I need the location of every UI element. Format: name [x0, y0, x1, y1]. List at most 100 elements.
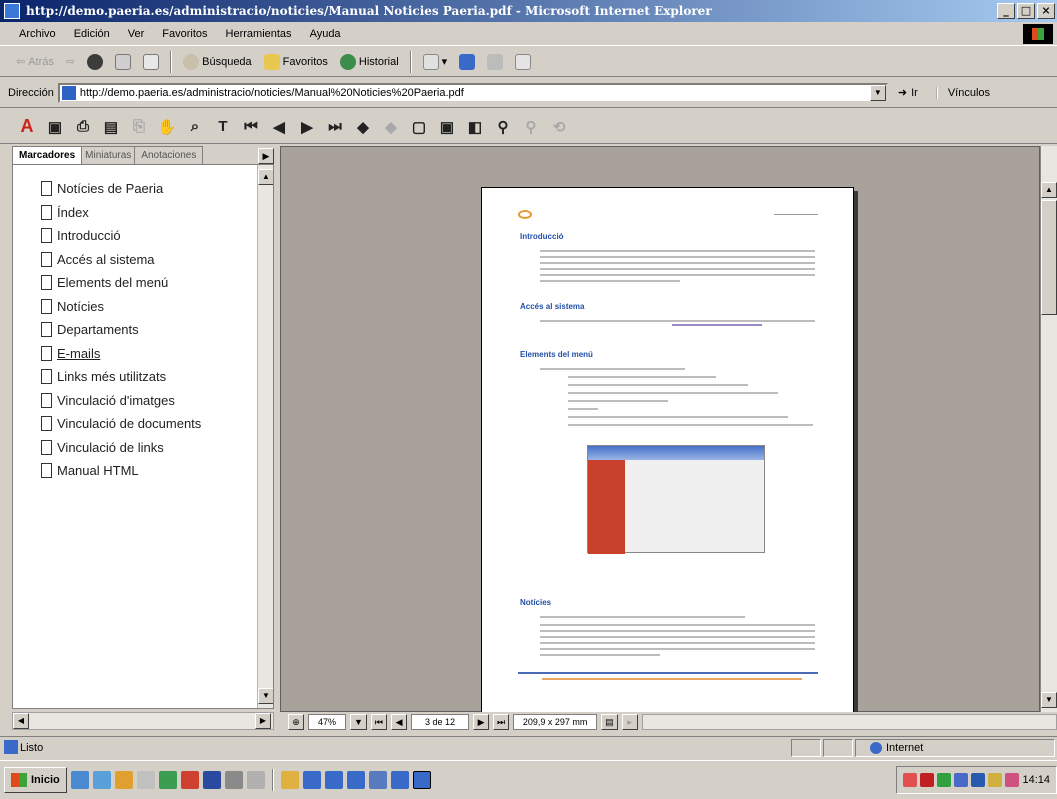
- pdf-viewer[interactable]: Introducció Accés al sistema Elements de…: [280, 146, 1040, 713]
- menu-ver[interactable]: Ver: [119, 28, 154, 40]
- history-button[interactable]: Historial: [336, 50, 403, 74]
- bookmarks-hscrollbar[interactable]: ◀ ▶: [12, 712, 274, 730]
- tray-icon[interactable]: [903, 773, 918, 787]
- tray-network-icon[interactable]: [937, 773, 952, 787]
- zoom-tool-icon[interactable]: ⌕: [184, 116, 206, 138]
- go-forward-view-icon[interactable]: ◆: [380, 116, 402, 138]
- forward-button[interactable]: ⇨: [62, 50, 79, 74]
- favorites-button[interactable]: Favoritos: [260, 50, 332, 74]
- scroll-thumb[interactable]: [1041, 200, 1057, 315]
- actual-size-icon[interactable]: ▢: [408, 116, 430, 138]
- copy-icon[interactable]: ⎘: [128, 116, 150, 138]
- tray-shield-icon[interactable]: [1005, 773, 1020, 787]
- bookmark-item[interactable]: Vinculació de links: [13, 436, 273, 460]
- scroll-up-icon[interactable]: ▲: [1041, 182, 1057, 198]
- close-button[interactable]: ×: [1037, 3, 1055, 19]
- go-back-view-icon[interactable]: ◆: [352, 116, 374, 138]
- menu-edicion[interactable]: Edición: [65, 28, 119, 40]
- go-button[interactable]: ➜ Ir: [898, 86, 918, 100]
- last-page-icon[interactable]: ⏭: [324, 116, 346, 138]
- menu-favoritos[interactable]: Favoritos: [153, 28, 216, 40]
- quicklaunch-desktop-icon[interactable]: [136, 771, 155, 789]
- bookmark-item[interactable]: Accés al sistema: [13, 248, 273, 272]
- minimize-button[interactable]: _: [997, 3, 1015, 19]
- task-ie-icon[interactable]: [302, 771, 321, 789]
- scroll-down-icon[interactable]: ▼: [258, 688, 273, 704]
- show-navigation-icon[interactable]: ▤: [100, 116, 122, 138]
- bookmarks-scrollbar[interactable]: ▲ ▼: [257, 165, 273, 708]
- tray-t-icon[interactable]: [971, 773, 986, 787]
- tab-anotaciones[interactable]: Anotaciones: [134, 146, 204, 164]
- links-button[interactable]: Vínculos: [935, 86, 990, 99]
- next-page-button[interactable]: ▶: [473, 714, 490, 730]
- fit-width-icon[interactable]: ◧: [464, 116, 486, 138]
- search-button[interactable]: Búsqueda: [179, 50, 256, 74]
- bookmark-item[interactable]: Vinculació d'imatges: [13, 389, 273, 413]
- scroll-up-icon[interactable]: ▲: [258, 169, 273, 185]
- quicklaunch-access-icon[interactable]: [180, 771, 199, 789]
- menu-ayuda[interactable]: Ayuda: [301, 28, 350, 40]
- fit-page-icon[interactable]: ▣: [436, 116, 458, 138]
- bookmark-item-selected[interactable]: E-mails: [13, 342, 273, 366]
- tray-n-icon[interactable]: [920, 773, 935, 787]
- bookmark-item[interactable]: Índex: [13, 201, 273, 225]
- hand-tool-icon[interactable]: ✋: [156, 116, 178, 138]
- mail-button[interactable]: ▾: [419, 50, 452, 74]
- save-icon[interactable]: ▣: [44, 116, 66, 138]
- maximize-button[interactable]: □: [1017, 3, 1035, 19]
- tray-monitor-icon[interactable]: [954, 773, 969, 787]
- scroll-right-icon[interactable]: ▶: [255, 713, 271, 729]
- refresh-button[interactable]: [111, 50, 135, 74]
- task-ie4-icon[interactable]: [390, 771, 409, 789]
- quicklaunch-word-icon[interactable]: [202, 771, 221, 789]
- bookmark-item[interactable]: Vinculació de documents: [13, 412, 273, 436]
- next-page-icon[interactable]: ▶: [296, 116, 318, 138]
- start-button[interactable]: Inicio: [4, 767, 67, 793]
- quicklaunch-outlook-icon[interactable]: [92, 771, 111, 789]
- search-pdf-icon[interactable]: ⚲: [520, 116, 542, 138]
- quicklaunch-folder-icon[interactable]: [114, 771, 133, 789]
- edit-button[interactable]: [483, 50, 507, 74]
- zoom-icon[interactable]: ⊕: [288, 714, 304, 730]
- print-button[interactable]: [455, 50, 479, 74]
- rotate-icon[interactable]: ⟲: [548, 116, 570, 138]
- task-ie2-icon[interactable]: [324, 771, 343, 789]
- bookmark-item[interactable]: Notícies de Paeria: [13, 177, 273, 201]
- back-button[interactable]: ⇦ Atrás: [12, 50, 58, 74]
- first-page-button[interactable]: ⏮: [370, 714, 388, 730]
- bookmark-item[interactable]: Manual HTML: [13, 459, 273, 483]
- page-number-field[interactable]: 3 de 12: [411, 714, 470, 730]
- bookmark-item[interactable]: Introducció: [13, 224, 273, 248]
- tab-miniaturas[interactable]: Miniaturas: [78, 146, 139, 164]
- bookmark-item[interactable]: Elements del menú: [13, 271, 273, 295]
- task-ie3-icon[interactable]: [346, 771, 365, 789]
- bookmark-item[interactable]: Links més utilitzats: [13, 365, 273, 389]
- find-icon[interactable]: ⚲: [492, 116, 514, 138]
- viewer-scrollbar[interactable]: ▲ ▼: [1040, 146, 1057, 712]
- scroll-left-icon[interactable]: ◀: [13, 713, 29, 729]
- quicklaunch-ie-icon[interactable]: [70, 771, 89, 789]
- quicklaunch-excel-icon[interactable]: [158, 771, 177, 789]
- previous-page-icon[interactable]: ◀: [268, 116, 290, 138]
- task-mail-icon[interactable]: [368, 771, 387, 789]
- task-explorer-icon[interactable]: [280, 771, 299, 789]
- print-pdf-icon[interactable]: ⎙: [72, 116, 94, 138]
- prev-page-button[interactable]: ◀: [391, 714, 408, 730]
- stop-button[interactable]: [83, 50, 107, 74]
- tab-marcadores[interactable]: Marcadores: [12, 146, 83, 164]
- bookmark-item[interactable]: Departaments: [13, 318, 273, 342]
- first-page-icon[interactable]: ⏮: [240, 116, 262, 138]
- text-select-icon[interactable]: T: [212, 116, 234, 138]
- quicklaunch-tool-icon[interactable]: [246, 771, 265, 789]
- zoom-dropdown-icon[interactable]: ▼: [350, 714, 367, 730]
- home-button[interactable]: [139, 50, 163, 74]
- pdf-hscrollbar[interactable]: [641, 714, 1057, 730]
- menu-archivo[interactable]: Archivo: [10, 28, 65, 40]
- discuss-button[interactable]: [511, 50, 535, 74]
- hscroll-icon[interactable]: ▸: [621, 714, 638, 730]
- adobe-logo-icon[interactable]: A: [16, 115, 38, 138]
- zoom-field[interactable]: 47%: [308, 714, 346, 730]
- tab-menu-arrow-icon[interactable]: ▶: [258, 148, 274, 164]
- address-input[interactable]: http://demo.paeria.es/administracio/noti…: [57, 82, 888, 103]
- last-page-button[interactable]: ⏭: [493, 714, 510, 730]
